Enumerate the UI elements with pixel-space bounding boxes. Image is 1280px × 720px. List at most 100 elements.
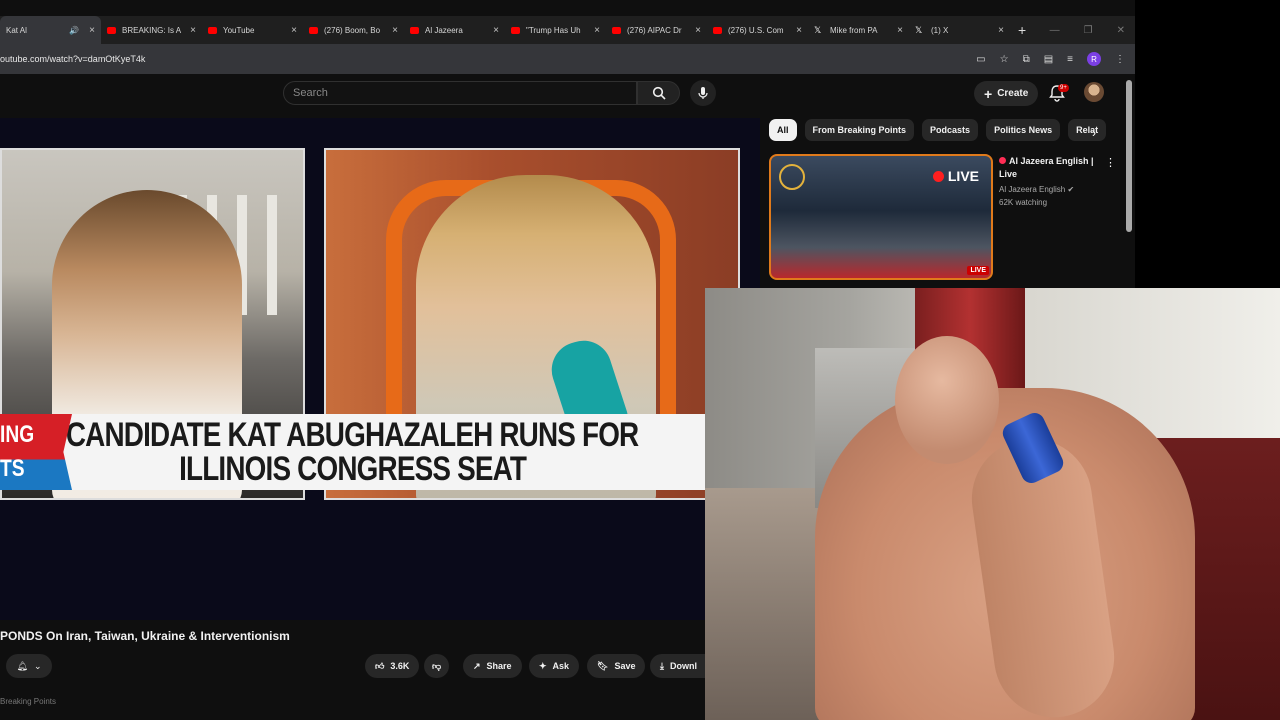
tab-6[interactable]: (276) AIPAC Dr × bbox=[606, 16, 707, 44]
lower-third-line-1: CANDIDATE KAT ABUGHAZALEH RUNS FOR bbox=[66, 416, 639, 454]
chip-all[interactable]: All bbox=[769, 119, 797, 141]
close-icon[interactable]: × bbox=[796, 25, 802, 36]
tab-7[interactable]: (276) U.S. Com × bbox=[707, 16, 808, 44]
youtube-header: Search + Create bbox=[0, 74, 1135, 114]
breaking-tag-line-2: TS bbox=[0, 455, 25, 482]
tab-title: Al Jazeera bbox=[425, 25, 463, 35]
create-button[interactable]: + Create bbox=[974, 81, 1039, 106]
youtube-icon bbox=[713, 26, 722, 34]
media-icon[interactable]: ≡ bbox=[1067, 54, 1073, 65]
url-field[interactable]: outube.com/watch?v=damOtKyeT4k bbox=[0, 54, 145, 64]
tab-2[interactable]: YouTube × bbox=[202, 16, 303, 44]
close-icon[interactable]: × bbox=[190, 25, 196, 36]
tab-8[interactable]: 𝕏 Mike from PA × bbox=[808, 16, 909, 44]
close-icon[interactable]: × bbox=[392, 25, 398, 36]
video-actions: 🔔︎ ⌄ 👍︎ 3.6K 👎︎ ↗ Share ✦ Ask 🔖︎ Save ⤓ … bbox=[0, 654, 707, 678]
plus-icon: + bbox=[984, 85, 993, 102]
split-view-icon[interactable]: ▤ bbox=[1044, 54, 1053, 65]
like-button[interactable]: 👍︎ 3.6K bbox=[365, 654, 420, 678]
more-options-icon[interactable]: ⋮ bbox=[1105, 156, 1116, 169]
close-icon[interactable]: × bbox=[291, 25, 297, 36]
notification-badge: 9+ bbox=[1058, 84, 1069, 92]
toolbar-icons: ▭ ☆ ⧉ ▤ ≡ R ⋮ bbox=[976, 44, 1125, 74]
tab-title: Kat Al bbox=[6, 25, 27, 35]
new-tab-icon[interactable]: + bbox=[1018, 22, 1026, 38]
share-icon: ↗ bbox=[473, 660, 481, 671]
tab-title: BREAKING: Is A bbox=[122, 25, 182, 35]
tab-title: Mike from PA bbox=[830, 25, 878, 35]
share-button[interactable]: ↗ Share bbox=[463, 654, 522, 678]
like-count: 3.6K bbox=[390, 661, 410, 671]
cast-icon[interactable]: ▭ bbox=[976, 54, 985, 65]
al-jazeera-logo bbox=[779, 164, 805, 190]
tab-title: (1) X bbox=[931, 25, 949, 35]
extensions-icon[interactable]: ⧉ bbox=[1023, 54, 1030, 65]
recommendation-thumbnail[interactable]: LIVE LIVE bbox=[769, 154, 993, 280]
dislike-button[interactable]: 👎︎ bbox=[424, 654, 450, 678]
tab-0[interactable]: Kat Al 🔊 × bbox=[0, 16, 101, 44]
close-icon[interactable]: × bbox=[493, 25, 499, 36]
account-avatar[interactable] bbox=[1084, 82, 1104, 102]
ask-button[interactable]: ✦ Ask bbox=[529, 654, 580, 678]
youtube-icon bbox=[309, 26, 318, 34]
maximize-icon[interactable]: ❐ bbox=[1084, 25, 1093, 36]
download-label: Downl bbox=[669, 661, 697, 671]
window-close-icon[interactable]: ✕ bbox=[1117, 25, 1125, 36]
save-label: Save bbox=[614, 661, 636, 671]
close-icon[interactable]: × bbox=[897, 25, 903, 36]
close-icon[interactable]: × bbox=[998, 25, 1004, 36]
recommendation-title[interactable]: Al Jazeera English | Live bbox=[999, 155, 1099, 181]
download-button[interactable]: ⤓ Downl bbox=[650, 654, 707, 678]
window-controls: — ❐ ✕ bbox=[1050, 16, 1125, 44]
channel-name[interactable]: Breaking Points bbox=[0, 697, 56, 706]
voice-search-button[interactable] bbox=[690, 80, 716, 106]
tab-title: (276) AIPAC Dr bbox=[627, 25, 682, 35]
chip-from-breaking-points[interactable]: From Breaking Points bbox=[804, 119, 915, 141]
speaker-icon[interactable]: 🔊 bbox=[69, 26, 79, 35]
person-head bbox=[895, 336, 999, 464]
thumbs-down-icon: 👎︎ bbox=[432, 660, 442, 671]
tab-9[interactable]: 𝕏 (1) X × bbox=[909, 16, 1010, 44]
recommendation-channel[interactable]: Al Jazeera English bbox=[999, 185, 1065, 194]
menu-kebab-icon[interactable]: ⋮ bbox=[1115, 54, 1125, 65]
address-bar: outube.com/watch?v=damOtKyeT4k ▭ ☆ ⧉ ▤ ≡… bbox=[0, 44, 1135, 74]
x-icon: 𝕏 bbox=[814, 24, 822, 35]
search-input[interactable]: Search bbox=[283, 81, 637, 105]
bell-icon: 🔔︎ bbox=[16, 660, 28, 671]
tab-4[interactable]: Al Jazeera × bbox=[404, 16, 505, 44]
chip-politics-news[interactable]: Politics News bbox=[986, 119, 1061, 141]
recommendation-meta: Al Jazeera English ✔ 62K watching bbox=[999, 183, 1074, 209]
subscription-bell-button[interactable]: 🔔︎ ⌄ bbox=[6, 654, 52, 678]
save-button[interactable]: 🔖︎ Save bbox=[587, 654, 646, 678]
chevron-down-icon: ⌄ bbox=[33, 660, 42, 671]
tab-3[interactable]: (276) Boom, Bo × bbox=[303, 16, 404, 44]
tab-5[interactable]: "Trump Has Uh × bbox=[505, 16, 606, 44]
chip-related[interactable]: Relat bbox=[1068, 119, 1107, 141]
share-label: Share bbox=[486, 661, 512, 671]
recommendation-viewers: 62K watching bbox=[999, 198, 1048, 207]
live-overlay-label: LIVE bbox=[947, 168, 979, 184]
tab-1[interactable]: BREAKING: Is A × bbox=[101, 16, 202, 44]
breaking-tag: ING TS bbox=[0, 414, 72, 490]
youtube-icon bbox=[208, 26, 217, 34]
minimize-icon[interactable]: — bbox=[1050, 25, 1060, 36]
ask-label: Ask bbox=[552, 661, 570, 671]
search-button[interactable] bbox=[637, 81, 680, 105]
sparkle-icon: ✦ bbox=[539, 660, 547, 671]
bookmark-star-icon[interactable]: ☆ bbox=[1000, 54, 1009, 65]
live-badge: LIVE bbox=[967, 266, 989, 275]
tab-title: (276) Boom, Bo bbox=[324, 25, 381, 35]
page-scrollbar[interactable] bbox=[1126, 80, 1132, 232]
close-icon[interactable]: × bbox=[695, 25, 701, 36]
search-icon bbox=[652, 86, 666, 100]
filter-chips: All From Breaking Points Podcasts Politi… bbox=[769, 119, 1107, 141]
recommendation-title-text: Al Jazeera English | Live bbox=[999, 156, 1094, 179]
chevron-right-icon[interactable]: › bbox=[1092, 126, 1096, 140]
breaking-tag-line-1: ING bbox=[0, 421, 35, 448]
chip-podcasts[interactable]: Podcasts bbox=[922, 119, 979, 141]
video-title: PONDS On Iran, Taiwan, Ukraine & Interve… bbox=[0, 629, 290, 643]
video-player[interactable] bbox=[0, 118, 760, 620]
close-icon[interactable]: × bbox=[594, 25, 600, 36]
profile-avatar[interactable]: R bbox=[1087, 52, 1101, 66]
close-icon[interactable]: × bbox=[89, 25, 95, 36]
